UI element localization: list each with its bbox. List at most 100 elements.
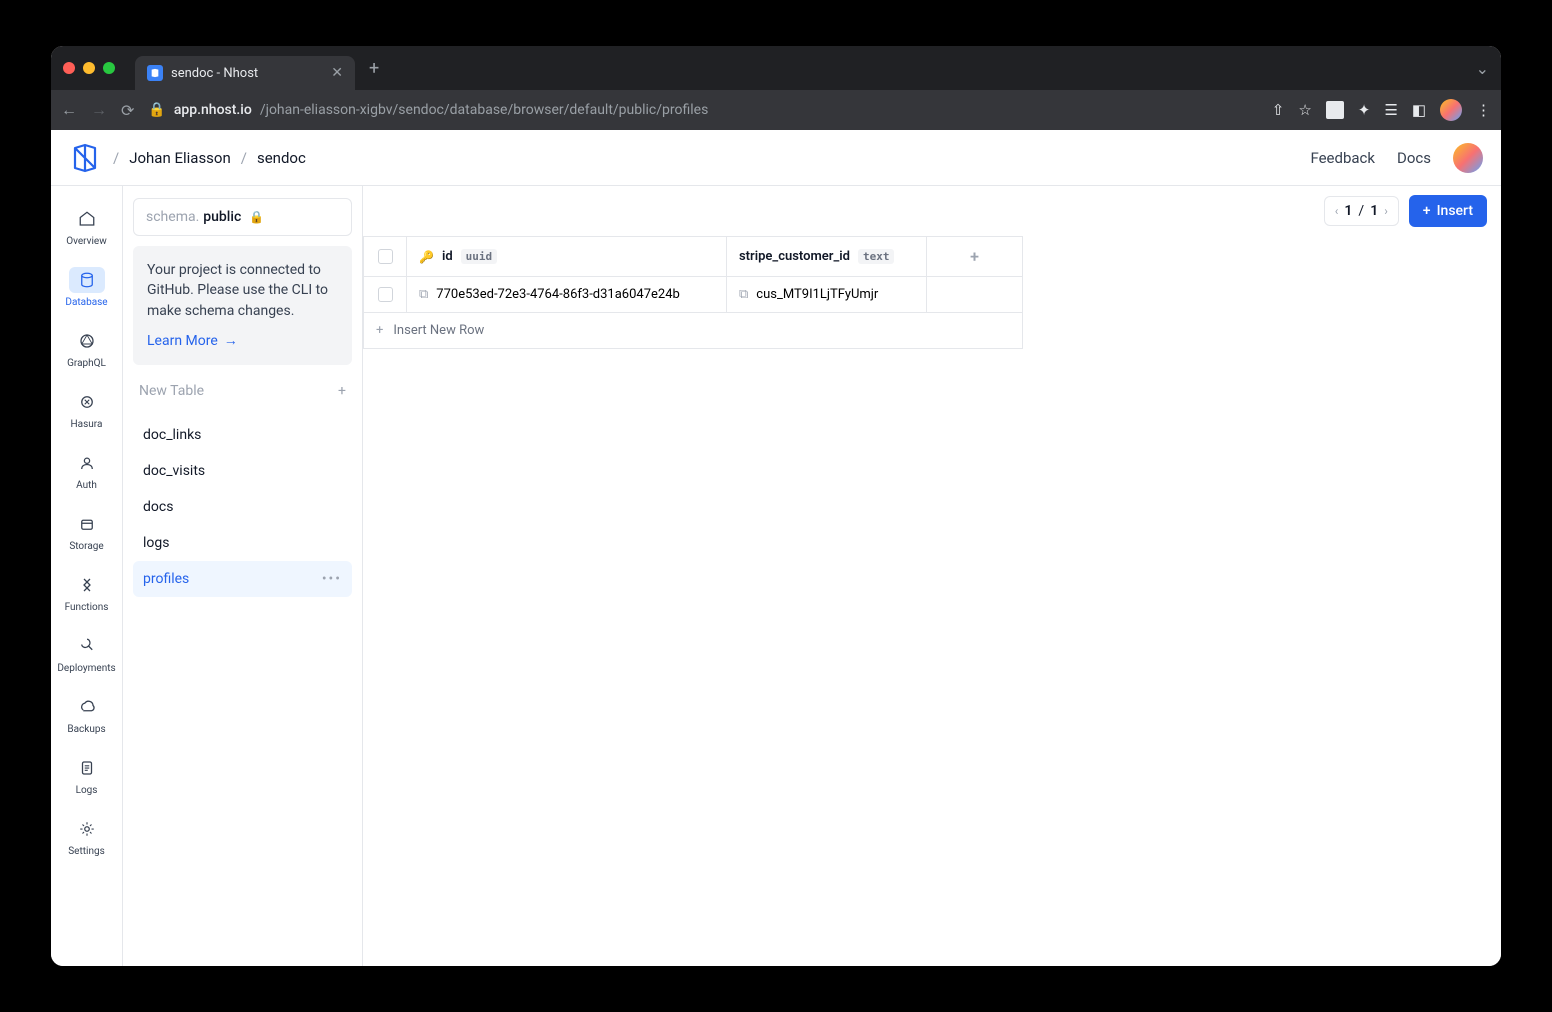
backups-icon bbox=[78, 698, 96, 716]
nav-label: Backups bbox=[67, 724, 105, 735]
maximize-window-icon[interactable] bbox=[103, 62, 115, 74]
address-bar[interactable]: 🔒 app.nhost.io/johan-eliasson-xigbv/send… bbox=[148, 102, 1257, 118]
copy-icon[interactable]: ⧉ bbox=[739, 287, 748, 302]
tab-list-chevron-icon[interactable]: ⌄ bbox=[1476, 59, 1489, 78]
user-avatar-icon[interactable] bbox=[1453, 143, 1483, 173]
nav-label: Overview bbox=[66, 236, 107, 247]
browser-tab[interactable]: sendoc - Nhost ✕ bbox=[135, 56, 355, 90]
share-icon[interactable]: ⇧ bbox=[1272, 101, 1285, 119]
browser-tabbar: sendoc - Nhost ✕ + ⌄ bbox=[51, 46, 1501, 90]
nav-item-database[interactable]: Database bbox=[51, 257, 122, 318]
deployments-icon bbox=[78, 637, 96, 655]
database-icon bbox=[78, 271, 96, 289]
nav-item-logs[interactable]: Logs bbox=[51, 745, 122, 806]
tab-title: sendoc - Nhost bbox=[171, 66, 258, 81]
plus-icon: + bbox=[376, 323, 383, 338]
browser-toolbar: ← → ⟳ 🔒 app.nhost.io/johan-eliasson-xigb… bbox=[51, 90, 1501, 130]
nav-item-backups[interactable]: Backups bbox=[51, 684, 122, 745]
learn-more-link[interactable]: Learn More → bbox=[147, 331, 338, 351]
nav-label: Settings bbox=[68, 846, 105, 857]
logs-icon bbox=[78, 759, 96, 777]
nav-item-deployments[interactable]: Deployments bbox=[51, 623, 122, 684]
storage-icon bbox=[78, 515, 96, 533]
breadcrumb-owner[interactable]: Johan Eliasson bbox=[129, 149, 231, 167]
table-item-logs[interactable]: logs bbox=[133, 525, 352, 561]
forward-icon[interactable]: → bbox=[91, 100, 107, 120]
table-item-profiles[interactable]: profiles ••• bbox=[133, 561, 352, 597]
insert-button[interactable]: + Insert bbox=[1409, 195, 1487, 227]
data-table: 🔑 id uuid stripe_customer_id text + bbox=[363, 236, 1023, 349]
nav-label: Functions bbox=[65, 602, 109, 613]
nav-label: Logs bbox=[76, 785, 98, 796]
feedback-link[interactable]: Feedback bbox=[1310, 149, 1375, 167]
hasura-icon bbox=[78, 393, 96, 411]
bookmark-icon[interactable]: ☆ bbox=[1298, 101, 1311, 119]
schema-selector[interactable]: schema.public 🔒 bbox=[133, 198, 352, 236]
graphql-icon bbox=[78, 332, 96, 350]
table-item-docs[interactable]: docs bbox=[133, 489, 352, 525]
nav-item-auth[interactable]: Auth bbox=[51, 440, 122, 501]
nav-label: GraphQL bbox=[67, 358, 106, 369]
table-list: doc_links doc_visitsdocs logs profiles ••• bbox=[133, 417, 352, 597]
new-table-button[interactable]: New Table + bbox=[133, 375, 352, 407]
profile-avatar-icon[interactable] bbox=[1440, 99, 1462, 121]
kebab-menu-icon[interactable]: ⋮ bbox=[1476, 101, 1491, 119]
copy-icon[interactable]: ⧉ bbox=[419, 287, 428, 302]
table-name: profiles bbox=[143, 571, 189, 587]
table-name: doc_links bbox=[143, 427, 201, 443]
reload-icon[interactable]: ⟳ bbox=[121, 101, 134, 120]
column-type: text bbox=[858, 249, 895, 264]
nav-item-settings[interactable]: Settings bbox=[51, 806, 122, 867]
nhost-logo-icon[interactable] bbox=[69, 142, 101, 174]
breadcrumb-project[interactable]: sendoc bbox=[257, 149, 306, 167]
functions-icon bbox=[78, 576, 96, 594]
overview-icon bbox=[78, 210, 96, 228]
page-total: 1 bbox=[1370, 203, 1378, 219]
column-type: uuid bbox=[461, 249, 498, 264]
extensions-puzzle-icon[interactable]: ✦ bbox=[1358, 101, 1371, 119]
extension-icon[interactable] bbox=[1326, 101, 1344, 119]
close-tab-icon[interactable]: ✕ bbox=[331, 65, 343, 81]
table-item-doc_visits[interactable]: doc_visits bbox=[133, 453, 352, 489]
docs-link[interactable]: Docs bbox=[1397, 149, 1431, 167]
auth-icon bbox=[78, 454, 96, 472]
app-header: / Johan Eliasson / sendoc Feedback Docs bbox=[51, 130, 1501, 186]
github-info-box: Your project is connected to GitHub. Ple… bbox=[133, 246, 352, 365]
pagination: ‹ 1 / 1 › bbox=[1324, 196, 1399, 226]
next-page-icon[interactable]: › bbox=[1384, 204, 1388, 218]
lock-icon: 🔒 bbox=[249, 210, 264, 224]
prev-page-icon[interactable]: ‹ bbox=[1335, 204, 1339, 218]
table-item-doc_links[interactable]: doc_links bbox=[133, 417, 352, 453]
nav-item-overview[interactable]: Overview bbox=[51, 196, 122, 257]
nav-label: Hasura bbox=[71, 419, 103, 430]
add-column-icon[interactable]: + bbox=[970, 247, 979, 266]
column-name: id bbox=[442, 249, 453, 264]
cell-value: 770e53ed-72e3-4764-86f3-d31a6047e24b bbox=[436, 287, 680, 302]
primary-key-icon: 🔑 bbox=[419, 250, 434, 264]
minimize-window-icon[interactable] bbox=[83, 62, 95, 74]
nav-item-graphql[interactable]: GraphQL bbox=[51, 318, 122, 379]
select-all-checkbox[interactable] bbox=[378, 249, 393, 264]
nav-item-hasura[interactable]: Hasura bbox=[51, 379, 122, 440]
url-host: app.nhost.io bbox=[174, 102, 252, 118]
table-menu-icon[interactable]: ••• bbox=[322, 571, 342, 587]
row-checkbox[interactable] bbox=[378, 287, 393, 302]
plus-icon: + bbox=[1423, 203, 1431, 219]
panel-icon[interactable]: ◧ bbox=[1412, 101, 1426, 119]
table-row[interactable]: ⧉ 770e53ed-72e3-4764-86f3-d31a6047e24b ⧉… bbox=[364, 277, 1023, 313]
url-path: /johan-eliasson-xigbv/sendoc/database/br… bbox=[260, 102, 709, 118]
back-icon[interactable]: ← bbox=[61, 100, 77, 120]
new-tab-button[interactable]: + bbox=[363, 58, 385, 79]
reading-list-icon[interactable]: ☰ bbox=[1384, 101, 1397, 119]
settings-icon bbox=[78, 820, 96, 838]
left-nav: Overview Database GraphQL Hasura Auth Storage… bbox=[51, 186, 123, 966]
table-name: doc_visits bbox=[143, 463, 205, 479]
nav-item-storage[interactable]: Storage bbox=[51, 501, 122, 562]
close-window-icon[interactable] bbox=[63, 62, 75, 74]
nav-label: Storage bbox=[69, 541, 103, 552]
nav-label: Deployments bbox=[57, 663, 115, 674]
nav-item-functions[interactable]: Functions bbox=[51, 562, 122, 623]
table-name: logs bbox=[143, 535, 169, 551]
nav-label: Auth bbox=[76, 480, 97, 491]
insert-row-button[interactable]: + Insert New Row bbox=[364, 313, 1023, 349]
